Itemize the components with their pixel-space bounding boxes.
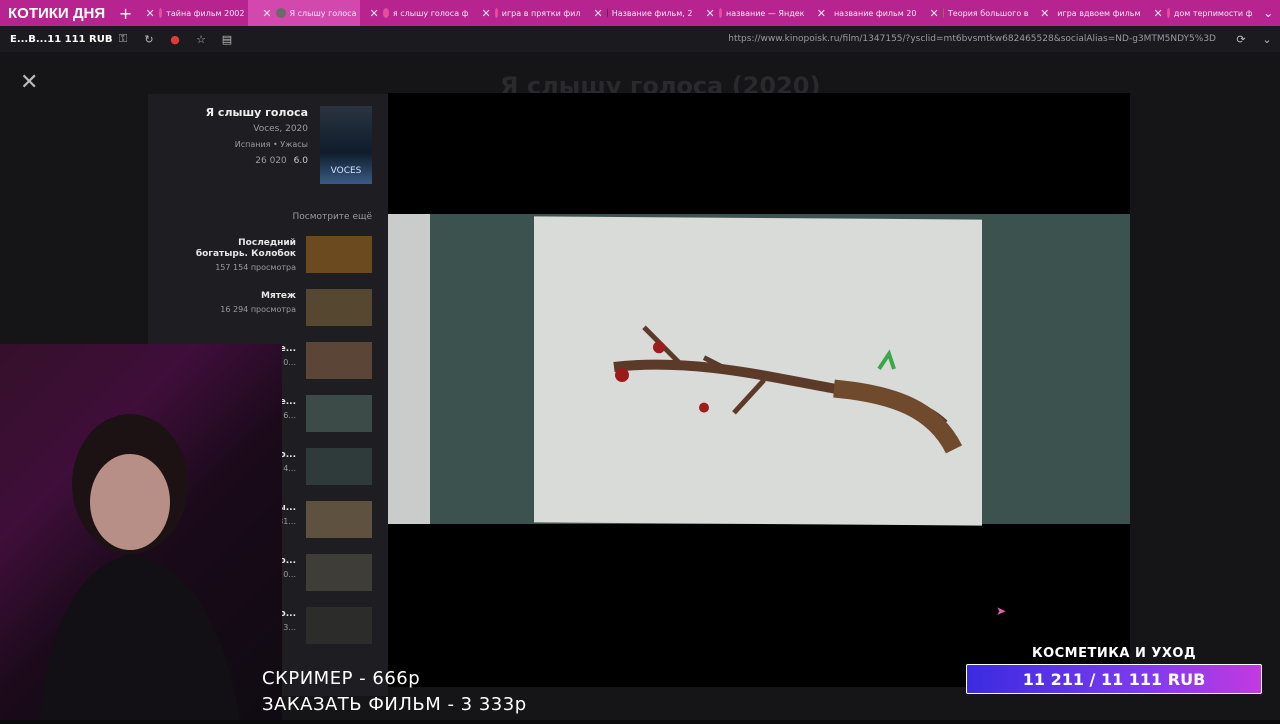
tab-close-icon[interactable]: ✕ [145, 7, 154, 20]
tab-label: я слышу голоса ф [392, 8, 469, 18]
recommendation-thumbnail[interactable] [306, 501, 372, 538]
video-player[interactable] [388, 93, 1130, 687]
movie-subtitle: Voces, 2020 [253, 124, 308, 134]
recommendations-heading: Посмотрите ещё [292, 212, 372, 222]
tab-5[interactable]: название — Яндек ✕ [696, 0, 808, 26]
menu-icon[interactable]: ⌄ [1254, 33, 1280, 46]
recommendation-thumbnail[interactable] [306, 289, 372, 326]
recommendation-views: 16 294 просмотра [220, 305, 296, 314]
tab-strip: КОТИКИ ДНЯ + тайна фильм 2002 ✕ Я слышу го… [0, 0, 1280, 26]
tab-close-icon[interactable]: ✕ [705, 7, 714, 20]
tab-favicon-icon [158, 8, 163, 18]
security-icon[interactable]: ⚿ [110, 32, 136, 46]
tab-favicon-icon [942, 8, 944, 18]
stream-title: КОТИКИ ДНЯ [8, 4, 106, 22]
promo-line-1: СКРИМЕР - 666р [262, 668, 421, 689]
tab-label: название фильм 20 [833, 8, 917, 18]
goal-label: КОСМЕТИКА И УХОД [1031, 646, 1197, 661]
streamer-silhouette [40, 414, 240, 720]
reload-icon[interactable]: ↻ [136, 33, 162, 46]
tab-favicon-icon [494, 8, 498, 18]
close-icon[interactable]: ✕ [20, 70, 38, 95]
tab-label: игра в прятки фил [501, 8, 581, 18]
tab-7[interactable]: Теория большого в ✕ [920, 0, 1032, 26]
movie-poster[interactable]: VOCES [320, 106, 372, 184]
tab-label: дом терпимости ф [1173, 8, 1253, 18]
refresh-page-icon[interactable]: ⟳ [1228, 33, 1254, 46]
new-tab-button[interactable]: + [115, 4, 137, 23]
recommendation-title: Последний богатырь. Колобок [195, 238, 296, 259]
tab-favicon-icon [1166, 8, 1170, 18]
recommendation-thumbnail[interactable] [306, 607, 372, 644]
tab-label: тайна фильм 2002 [166, 8, 245, 18]
tab-close-icon[interactable]: ✕ [481, 7, 490, 20]
recommendation-item[interactable]: Мятеж 16 294 просмотра [148, 289, 388, 329]
movie-rating: 6.0 [293, 156, 308, 166]
recommendation-title: Мятеж [260, 291, 296, 301]
tab-1[interactable]: Я слышу голоса ✕ [248, 0, 361, 26]
stream-wallet: E...B...11 111 RUB [10, 33, 113, 45]
recommendation-thumbnail[interactable] [306, 236, 372, 273]
recommendation-item[interactable]: Последний богатырь. Колобок 157 154 просм… [148, 236, 388, 276]
tab-close-icon[interactable]: ✕ [929, 7, 938, 20]
scene-drawing [534, 216, 982, 526]
movie-rating-row: 26 020 6.0 [255, 156, 308, 166]
video-frame [388, 214, 1130, 526]
tab-0[interactable]: тайна фильм 2002 ✕ [136, 0, 248, 26]
tab-close-icon[interactable]: ✕ [817, 7, 826, 20]
tab-close-icon[interactable]: ✕ [262, 7, 271, 20]
recommendation-thumbnail[interactable] [306, 395, 372, 432]
tab-label: игра вдвоем фильм [1057, 8, 1141, 18]
movie-title[interactable]: Я слышу голоса [206, 106, 308, 119]
webcam-overlay [0, 344, 282, 720]
tab-4[interactable]: Название фильм, 2 ✕ [584, 0, 696, 26]
cursor-icon: ➤ [996, 604, 1007, 618]
tab-label: Я слышу голоса [289, 8, 357, 18]
tab-6[interactable]: название фильм 20 ✕ [808, 0, 920, 26]
scene-paper-left [388, 214, 430, 524]
tab-favicon-icon [606, 8, 608, 18]
recommendation-thumbnail[interactable] [306, 448, 372, 485]
tab-favicon-icon [382, 8, 389, 18]
tab-8[interactable]: игра вдвоем фильм ✕ [1032, 0, 1144, 26]
poster-text: VOCES [330, 166, 362, 176]
reader-mode-icon[interactable]: ▤ [214, 33, 240, 46]
tab-label: Теория большого в [947, 8, 1029, 18]
promo-text: СКРИМЕР - 666р ЗАКАЗАТЬ ФИЛЬМ - 3 333р [262, 666, 527, 718]
shield-icon[interactable]: ● [162, 33, 188, 46]
recommendation-thumbnail[interactable] [306, 342, 372, 379]
goal-progress-bar: 11 211 / 11 111 RUB [966, 664, 1262, 694]
address-bar: E...B...11 111 RUB ⚿ ↻ ● ☆ ▤ https://www… [0, 26, 1280, 52]
tree-drawing [613, 325, 963, 454]
goal-value: 11 211 / 11 111 RUB [1022, 669, 1206, 689]
tab-label: название — Яндек [725, 8, 805, 18]
tab-list-chevron-icon[interactable]: ⌄ [1256, 6, 1280, 20]
tab-close-icon[interactable]: ✕ [593, 7, 602, 20]
movie-votes: 26 020 [255, 156, 287, 166]
recommendation-thumbnail[interactable] [306, 554, 372, 591]
bookmark-icon[interactable]: ☆ [188, 33, 214, 46]
tab-close-icon[interactable]: ✕ [369, 7, 378, 20]
movie-genre: Испания • Ужасы [234, 140, 308, 149]
promo-line-2: ЗАКАЗАТЬ ФИЛЬМ - 3 333р [262, 694, 527, 715]
recommendation-views: 157 154 просмотра [215, 263, 296, 272]
tab-favicon-icon [275, 8, 286, 18]
tab-favicon-icon [718, 8, 722, 18]
tab-3[interactable]: игра в прятки фил ✕ [472, 0, 584, 26]
tab-label: Название фильм, 2 [611, 8, 693, 18]
tab-close-icon[interactable]: ✕ [1040, 7, 1049, 20]
url-field[interactable]: https://www.kinopoisk.ru/film/1347155/?y… [240, 34, 1228, 44]
tab-9[interactable]: дом терпимости ф ✕ [1144, 0, 1256, 26]
tab-close-icon[interactable]: ✕ [1153, 7, 1162, 20]
tab-2[interactable]: я слышу голоса ф ✕ [360, 0, 472, 26]
